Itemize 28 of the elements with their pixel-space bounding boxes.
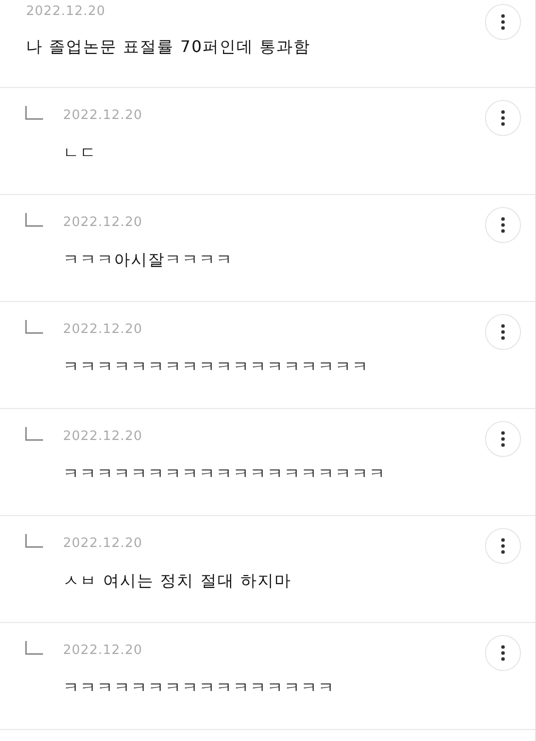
more-icon [501,538,505,554]
more-options-button[interactable] [485,4,521,40]
reply-text: ㅋㅋㅋ아시잘ㅋㅋㅋㅋ [63,250,234,271]
more-icon [501,324,505,340]
more-options-button[interactable] [485,100,521,136]
reply-date: 2022.12.20 [63,215,144,230]
reply-text: ㅋㅋㅋㅋㅋㅋㅋㅋㅋㅋㅋㅋㅋㅋㅋㅋ [63,678,336,699]
reply-date: 2022.12.20 [63,108,144,123]
more-icon [501,217,505,233]
more-options-button[interactable] [485,421,521,457]
more-options-button[interactable] [485,207,521,243]
reply-date: 2022.12.20 [63,429,144,444]
comment-text: 나 졸업논문 표절률 70퍼인데 통과함 [26,37,312,58]
reply-text: ㄴㄷ [63,143,98,164]
more-options-button[interactable] [485,528,521,564]
reply-text: ㅅㅂ 여시는 정치 절대 하지마 [63,571,292,592]
reply-text: ㅋㅋㅋㅋㅋㅋㅋㅋㅋㅋㅋㅋㅋㅋㅋㅋㅋㅋ [63,357,370,378]
reply-date: 2022.12.20 [63,643,144,658]
reply-text: ㅋㅋㅋㅋㅋㅋㅋㅋㅋㅋㅋㅋㅋㅋㅋㅋㅋㅋㅋ [63,464,387,485]
more-options-button[interactable] [485,314,521,350]
more-icon [501,110,505,126]
more-icon [501,645,505,661]
more-icon [501,431,505,447]
reply-date: 2022.12.20 [63,322,144,337]
reply-date: 2022.12.20 [63,536,144,551]
more-icon [501,14,505,30]
more-options-button[interactable] [485,635,521,671]
comment-date: 2022.12.20 [26,4,106,19]
